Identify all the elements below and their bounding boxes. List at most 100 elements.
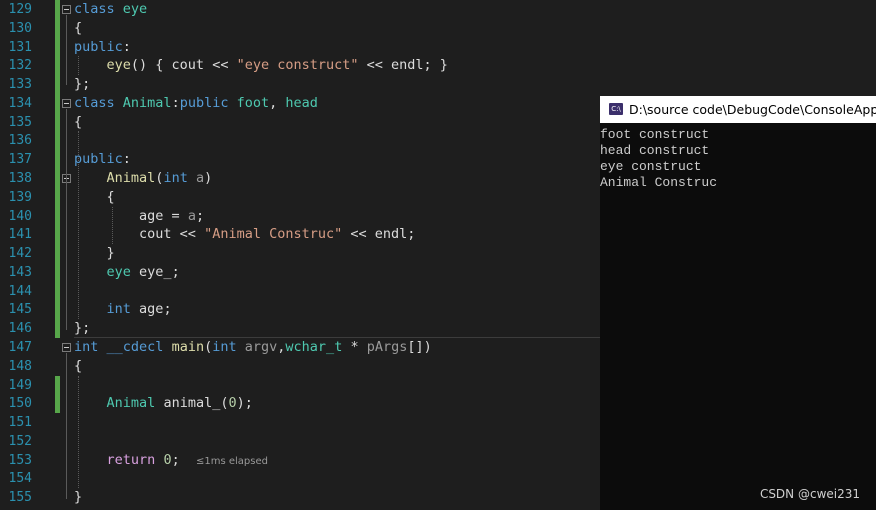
line-number: 151	[8, 415, 32, 430]
parameter: a	[195, 170, 205, 186]
line-number: 145	[8, 302, 32, 317]
colon: :	[171, 95, 180, 111]
string-literal: "Animal Construc"	[204, 226, 343, 242]
brace: };	[74, 320, 91, 336]
keyword: public	[74, 151, 123, 167]
line-number: 135	[8, 115, 32, 130]
keyword: int	[212, 339, 237, 355]
operator: <<	[204, 57, 237, 73]
keyword: return	[106, 452, 156, 468]
code-text: ; }	[423, 57, 448, 73]
operator: <<	[342, 226, 375, 242]
fold-line	[66, 109, 67, 330]
code-line-145: int age;	[74, 300, 172, 319]
operator: *	[342, 339, 367, 355]
console-app-icon: C:\	[609, 103, 623, 115]
identifier: age	[139, 208, 164, 224]
code-line-133: };	[74, 75, 90, 94]
code-text: ;	[171, 264, 180, 280]
class-name: eye	[122, 1, 148, 17]
code-line-148: {	[74, 357, 82, 376]
code-line-155: }	[74, 488, 82, 507]
fold-toggle-icon[interactable]	[62, 5, 71, 14]
console-output-line: foot construct	[600, 127, 710, 142]
code-line-147: int __cdecl main(int argv,wchar_t * pArg…	[74, 338, 432, 357]
brace: {	[74, 114, 83, 130]
line-number: 149	[8, 378, 32, 393]
identifier: cout	[139, 226, 172, 242]
keyword: class	[74, 95, 115, 111]
line-number: 146	[8, 321, 32, 336]
line-number: 130	[8, 21, 32, 36]
class-name: Animal	[122, 95, 172, 111]
line-number: 131	[8, 40, 32, 55]
brace: }	[74, 489, 83, 505]
base-class: head	[285, 95, 318, 111]
string-literal: "eye construct"	[236, 57, 359, 73]
function-name: main	[171, 339, 205, 355]
code-line-135: {	[74, 113, 82, 132]
parameter: a	[187, 208, 196, 224]
console-title: D:\source code\DebugCode\ConsoleAppli	[629, 102, 876, 117]
line-number: 153	[8, 453, 32, 468]
line-number: 132	[8, 58, 32, 73]
fold-line	[66, 15, 67, 85]
code-line-139: {	[74, 188, 115, 207]
keyword: int	[74, 339, 99, 355]
line-number-gutter: 129 130 131 132 133 134 135 136 137 138 …	[0, 0, 50, 510]
code-text: );	[236, 395, 253, 411]
code-text: () {	[130, 57, 172, 73]
code-line-129: class eye	[74, 0, 147, 19]
function-name: Animal	[106, 170, 156, 186]
keyword: class	[74, 1, 115, 17]
console-output-line: eye construct	[600, 159, 702, 174]
identifier: endl	[374, 226, 408, 242]
parameter: argv	[244, 339, 278, 355]
line-number: 143	[8, 265, 32, 280]
identifier: endl	[391, 57, 424, 73]
brace: };	[74, 76, 91, 92]
line-number: 147	[8, 340, 32, 355]
paren: [])	[407, 339, 432, 355]
code-line-132: eye() { cout << "eye construct" << endl;…	[74, 56, 448, 75]
operator: <<	[358, 57, 392, 73]
brace: {	[74, 20, 83, 36]
base-class: foot	[236, 95, 270, 111]
fold-toggle-icon[interactable]	[62, 343, 71, 352]
parameter: pArgs	[366, 339, 408, 355]
number-literal: 0	[228, 395, 237, 411]
elapsed-time-hint[interactable]: ≤1ms elapsed	[196, 456, 268, 467]
code-text: ;	[163, 301, 172, 317]
code-line-131: public:	[74, 38, 131, 57]
code-line-140: age = a;	[74, 207, 204, 226]
type-name: wchar_t	[285, 339, 343, 355]
code-text: ;	[407, 226, 416, 242]
keyword: int	[106, 301, 131, 317]
line-number: 137	[8, 152, 32, 167]
paren: )	[204, 170, 213, 186]
identifier: age	[139, 301, 164, 317]
keyword: __cdecl	[106, 339, 164, 355]
code-line-142: }	[74, 244, 115, 263]
code-line-146: };	[74, 319, 90, 338]
fold-toggle-icon[interactable]	[62, 99, 71, 108]
keyword: public	[74, 39, 123, 55]
watermark: CSDN @cwei231	[759, 487, 860, 501]
line-number: 138	[8, 171, 32, 186]
line-number: 141	[8, 227, 32, 242]
console-window[interactable]: C:\ D:\source code\DebugCode\ConsoleAppl…	[600, 96, 876, 510]
identifier: cout	[171, 57, 205, 73]
change-marker	[55, 376, 60, 413]
identifier: eye_	[139, 264, 172, 280]
line-number: 129	[8, 2, 32, 17]
code-text: ;	[171, 452, 180, 468]
change-marker	[55, 0, 60, 338]
code-line-130: {	[74, 19, 82, 38]
keyword: public	[179, 95, 229, 111]
paren: (	[204, 339, 213, 355]
function-name: eye	[106, 57, 131, 73]
type-name: eye	[106, 264, 131, 280]
line-number: 144	[8, 284, 32, 299]
identifier: animal_	[163, 395, 221, 411]
console-title-bar[interactable]: C:\ D:\source code\DebugCode\ConsoleAppl…	[600, 96, 876, 123]
